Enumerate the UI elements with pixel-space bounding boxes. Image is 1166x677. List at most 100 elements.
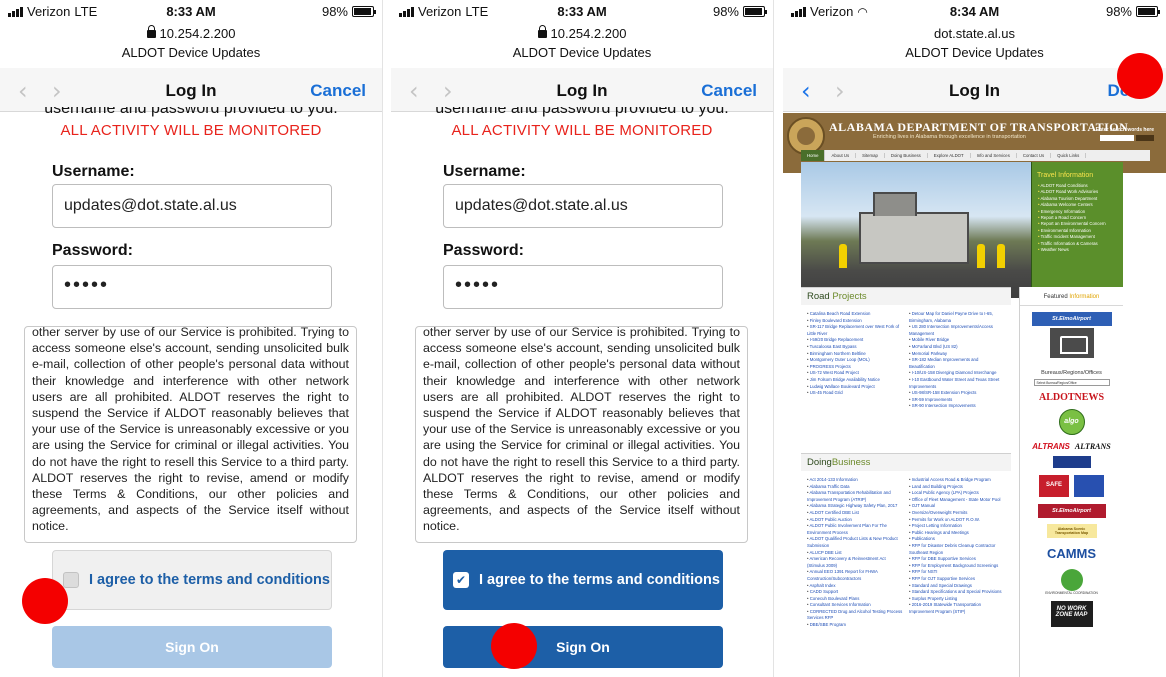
business-link[interactable]: Publications	[909, 536, 1005, 543]
business-link[interactable]: Permits for Work on ALDOT R.O.W.	[909, 517, 1005, 524]
business-link[interactable]: Act 2014-133 Information	[807, 477, 903, 484]
project-link[interactable]: I-10 Eastbound Water Street and Texas St…	[909, 377, 1005, 390]
business-link[interactable]: Alabama Strategic Highway Safety Plan, 2…	[807, 503, 903, 510]
terms-box[interactable]: other server by use of our Service is pr…	[415, 326, 748, 543]
business-link[interactable]: OJT Manual	[909, 503, 1005, 510]
camms-logo[interactable]: CAMMS	[1020, 546, 1123, 561]
web-content[interactable]: ALABAMA DEPARTMENT OF TRANSPORTATION Enr…	[783, 113, 1166, 677]
business-link[interactable]: RFP for Employment Background Screenings	[909, 563, 1005, 570]
username-field[interactable]: updates@dot.state.al.us	[52, 184, 332, 228]
project-link[interactable]: I-10/US-158 Diverging Diamond Interchang…	[909, 370, 1005, 377]
business-link[interactable]: Industrial Access Road & Bridge Program	[909, 477, 1005, 484]
business-link[interactable]: Alabama Transportation Rehabilitation an…	[807, 490, 903, 503]
project-link[interactable]: Montgomery Outer Loop (MOL)	[807, 357, 903, 364]
site-menu-item[interactable]: Explore ALDOT	[928, 153, 971, 158]
business-link[interactable]: ALDOT Public Auction	[807, 517, 903, 524]
business-link[interactable]: Standard and Special Drawings	[909, 583, 1005, 590]
project-link[interactable]: PROGRESS Projects	[807, 364, 903, 371]
url-bar[interactable]: 10.254.2.200	[391, 25, 773, 41]
business-link[interactable]: RFP for DBE Supportive Services	[909, 556, 1005, 563]
project-link[interactable]: US-45 Road Grid	[807, 390, 903, 397]
business-link[interactable]: RFP for Disaster Debris Cleanup Contract…	[909, 543, 1005, 556]
work-zone-map-logo[interactable]: NO WORK ZONE MAP	[1050, 601, 1093, 627]
site-menu-item[interactable]: Info and Services	[971, 153, 1017, 158]
project-link[interactable]: Tuscaloosa East Bypass	[807, 344, 903, 351]
site-menu-item[interactable]: Doing Business	[885, 153, 928, 158]
business-link[interactable]: American Recovery & Reinvestment Act (St…	[807, 556, 903, 569]
project-link[interactable]: Mobile River Bridge	[909, 337, 1005, 344]
site-menu-item[interactable]: Sitemap	[856, 153, 885, 158]
business-link[interactable]: ALUCP DBE List	[807, 550, 903, 557]
site-menu-item[interactable]: Contact Us	[1017, 153, 1052, 158]
airport-logo[interactable]: St.ElmoAirport	[1031, 312, 1112, 326]
environmental-logo[interactable]	[1060, 569, 1083, 591]
project-link[interactable]: Detour Map for Daniel Payne Drive to I-6…	[909, 311, 1005, 324]
scenic-map-logo[interactable]: Alabama Scenic Transportation Map	[1046, 524, 1097, 538]
project-link[interactable]: McFarland Blvd (US 82)	[909, 344, 1005, 351]
federal-highway-logo[interactable]	[1052, 456, 1091, 468]
password-field[interactable]: •••••	[52, 265, 332, 309]
password-field[interactable]: •••••	[443, 265, 723, 309]
business-link[interactable]: Local Public Agency (LPA) Projects	[909, 490, 1005, 497]
cancel-button[interactable]: Cancel	[701, 81, 757, 101]
project-link[interactable]: Finley Boulevard Extension	[807, 318, 903, 325]
search-input[interactable]	[1100, 135, 1134, 141]
business-link[interactable]: Annual EEO 1391 Report for FHWA Construc…	[807, 569, 903, 582]
business-link[interactable]: RFP for OJT Supportive Services	[909, 576, 1005, 583]
business-link[interactable]: Public Hearings and Meetings	[909, 530, 1005, 537]
business-link[interactable]: ALDOT Public Involvement Plan For The En…	[807, 523, 903, 536]
airport-tower-icon[interactable]	[1049, 328, 1094, 358]
business-link[interactable]: ALDOT Qualified Product Lists & New Prod…	[807, 536, 903, 549]
agree-terms-checkbox[interactable]: I agree to the terms and conditions	[52, 550, 332, 610]
business-link[interactable]: Surplus Property Listing	[909, 596, 1005, 603]
project-link[interactable]: Jim Folsom Bridge Availability Notice	[807, 377, 903, 384]
cancel-button[interactable]: Cancel	[310, 81, 366, 101]
algo-logo[interactable]: algo	[1058, 409, 1085, 435]
username-field[interactable]: updates@dot.state.al.us	[443, 184, 723, 228]
business-link[interactable]: Project Letting Information	[909, 523, 1005, 530]
business-link[interactable]: 2016-2019 Statewide Transportation Impro…	[909, 602, 1005, 615]
business-link[interactable]: Standard Specifications and Special Prov…	[909, 589, 1005, 596]
business-link[interactable]: Land and Building Projects	[909, 484, 1005, 491]
project-link[interactable]: Catalina Beach Road Extension	[807, 311, 903, 318]
business-link[interactable]: CADD Support	[807, 589, 903, 596]
sign-on-button[interactable]: Sign On	[443, 626, 723, 668]
business-link[interactable]: Conecuh Boulevard Plans	[807, 596, 903, 603]
project-link[interactable]: Memorial Parkway	[909, 351, 1005, 358]
project-link[interactable]: US-72 West Road Project	[807, 370, 903, 377]
project-link[interactable]: US 280 Intersection Improvements/Access …	[909, 324, 1005, 337]
site-menu-item[interactable]: Quick Links	[1051, 153, 1087, 158]
project-link[interactable]: Birmingham Northern Beltline	[807, 351, 903, 358]
travel-link[interactable]: Weather News	[1038, 247, 1123, 253]
terms-box[interactable]: other server by use of our Service is pr…	[24, 326, 357, 543]
project-link[interactable]: SR-59 Improvements	[909, 397, 1005, 404]
project-link[interactable]: Ludwig Wallace Boulevard Project	[807, 384, 903, 391]
business-link[interactable]: DBE/SBE Program	[807, 622, 903, 629]
safe-logo[interactable]: SAFE	[1039, 475, 1069, 497]
business-link[interactable]: CORRECTED Drug and Alcohol Testing Proce…	[807, 609, 903, 622]
altrans-logo-2[interactable]: ALTRANS	[1075, 442, 1111, 451]
business-link[interactable]: Oversize/Overweight Permits	[909, 510, 1005, 517]
project-link[interactable]: US-98/SR-158 Extension Projects	[909, 390, 1005, 397]
project-link[interactable]: SR-90 Intersection Improvements	[909, 403, 1005, 410]
sign-on-button[interactable]: Sign On	[52, 626, 332, 668]
airport-logo-2[interactable]: St.ElmoAirport	[1037, 504, 1106, 518]
project-link[interactable]: I-59/20 Bridge Replacement	[807, 337, 903, 344]
business-link[interactable]: Alabama Traffic Data	[807, 484, 903, 491]
dbe-logo[interactable]	[1074, 475, 1104, 497]
business-link[interactable]: ALDOT Certified DBE List	[807, 510, 903, 517]
altrans-logo[interactable]: ALTRANS	[1032, 442, 1070, 451]
bureau-select[interactable]: Select Bureau/Region/Office	[1033, 379, 1110, 386]
project-link[interactable]: SR-182 Median Improvements and Beautific…	[909, 357, 1005, 370]
site-menu-item[interactable]: About Us	[825, 153, 857, 158]
url-bar[interactable]: 10.254.2.200	[0, 25, 382, 41]
business-link[interactable]: Consultant Services Information	[807, 602, 903, 609]
agree-terms-checkbox[interactable]: ✔ I agree to the terms and conditions	[443, 550, 723, 610]
project-link[interactable]: SR-117 Bridge Replacement over West Fork…	[807, 324, 903, 337]
url-bar[interactable]: dot.state.al.us	[783, 26, 1166, 41]
site-menu-item[interactable]: Home	[801, 150, 826, 161]
business-link[interactable]: Office of Fleet Management - State Motor…	[909, 497, 1005, 504]
business-link[interactable]: RFP for NSTI	[909, 569, 1005, 576]
search-button[interactable]	[1136, 135, 1154, 141]
business-link[interactable]: Asphalt Index	[807, 583, 903, 590]
